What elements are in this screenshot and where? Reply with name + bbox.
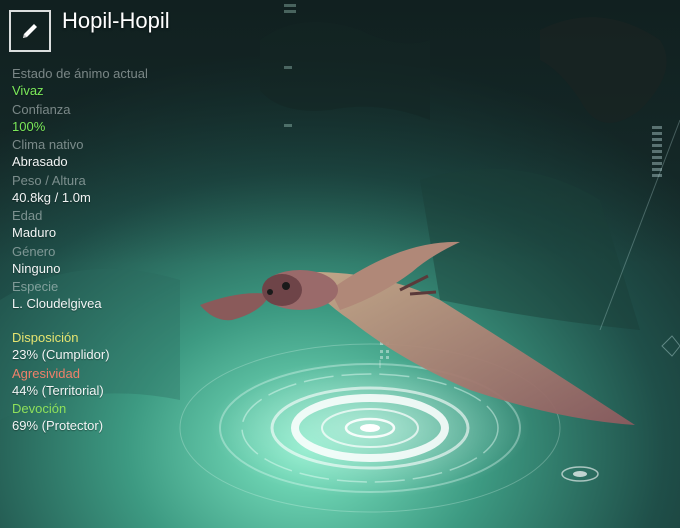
stat-value: Vivaz xyxy=(12,83,44,98)
trait-label: Agresividad xyxy=(12,365,80,381)
stat-mood: Estado de ánimo actual Vivaz xyxy=(12,66,232,102)
stat-label: Especie xyxy=(12,279,59,294)
stat-value: Ninguno xyxy=(12,260,61,276)
trait-disposition: Disposición 23% (Cumplidor) xyxy=(12,330,232,366)
stat-value: L. Cloudelgivea xyxy=(12,296,102,311)
stat-weight-height: Peso / Altura 40.8kg / 1.0m xyxy=(12,173,232,209)
stat-label: Peso / Altura xyxy=(12,172,86,188)
stat-label: Edad xyxy=(12,208,43,223)
trait-value: 69% (Protector) xyxy=(12,418,104,433)
trait-value: 44% (Territorial) xyxy=(12,382,104,398)
creature-stats: Estado de ánimo actual Vivaz Confianza 1… xyxy=(12,66,232,315)
stat-climate: Clima nativo Abrasado xyxy=(12,137,232,173)
stat-value: 40.8kg / 1.0m xyxy=(12,189,91,205)
stat-age: Edad Maduro xyxy=(12,208,232,244)
trait-aggression: Agresividad 44% (Territorial) xyxy=(12,366,232,402)
stat-label: Estado de ánimo actual xyxy=(12,66,148,81)
stat-species: Especie L. Cloudelgivea xyxy=(12,279,232,315)
stat-label: Género xyxy=(12,243,56,259)
edit-name-button[interactable] xyxy=(9,10,51,52)
trait-label: Disposición xyxy=(12,330,79,345)
stat-label: Confianza xyxy=(12,101,71,117)
pencil-icon xyxy=(23,24,37,38)
creature-traits: Disposición 23% (Cumplidor) Agresividad … xyxy=(12,330,232,437)
stat-value: 100% xyxy=(12,118,46,134)
creature-name: Hopil-Hopil xyxy=(62,8,170,33)
trait-value: 23% (Cumplidor) xyxy=(12,347,110,362)
trait-label: Devoción xyxy=(12,401,67,416)
stat-value: Abrasado xyxy=(12,154,68,169)
scan-bars xyxy=(652,126,662,177)
stat-value: Maduro xyxy=(12,225,57,240)
stat-trust: Confianza 100% xyxy=(12,102,232,138)
trait-devotion: Devoción 69% (Protector) xyxy=(12,401,232,437)
stat-label: Clima nativo xyxy=(12,137,84,152)
stat-gender: Género Ninguno xyxy=(12,244,232,280)
